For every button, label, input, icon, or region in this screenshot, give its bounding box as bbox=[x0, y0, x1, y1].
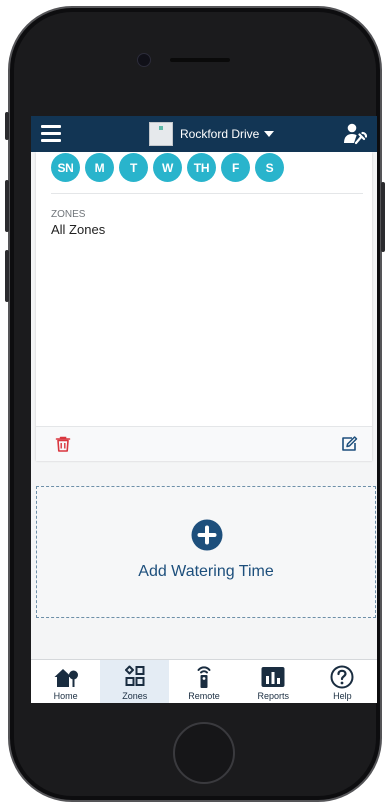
zones-value: All Zones bbox=[51, 222, 106, 237]
location-thumbnail bbox=[149, 122, 173, 146]
day-tuesday[interactable]: T bbox=[119, 153, 148, 182]
tab-home-label: Home bbox=[53, 691, 78, 701]
phone-home-button[interactable] bbox=[173, 722, 235, 784]
card-actions bbox=[36, 426, 372, 461]
remote-icon bbox=[197, 666, 211, 688]
home-icon bbox=[54, 669, 78, 687]
schedule-card: SN M T W TH F S ZONES All Zones bbox=[36, 152, 372, 461]
help-icon bbox=[330, 665, 354, 689]
zones-label: ZONES bbox=[51, 209, 86, 220]
location-name: Rockford Drive bbox=[180, 127, 260, 141]
watering-days: SN M T W TH F S bbox=[51, 153, 284, 182]
reports-icon bbox=[261, 667, 285, 687]
volume-up-button bbox=[5, 180, 9, 232]
content-area: SN M T W TH F S ZONES All Zones Add Wate… bbox=[31, 152, 377, 659]
edit-icon[interactable] bbox=[340, 435, 358, 453]
tab-remote-label: Remote bbox=[188, 691, 220, 701]
app-screen: Rockford Drive SN M T W TH F S ZONES All… bbox=[31, 116, 377, 703]
tab-reports-label: Reports bbox=[257, 691, 289, 701]
day-thursday[interactable]: TH bbox=[187, 153, 216, 182]
location-selector[interactable]: Rockford Drive bbox=[149, 121, 275, 147]
earpiece-speaker bbox=[170, 58, 230, 62]
divider bbox=[51, 193, 363, 194]
power-button bbox=[381, 182, 385, 252]
tab-remote[interactable]: Remote bbox=[169, 660, 238, 703]
caret-down-icon bbox=[264, 131, 275, 137]
front-camera bbox=[137, 53, 151, 67]
bottom-tab-bar: Home Zones Remote Reports Help bbox=[31, 659, 377, 703]
add-watering-time-label: Add Watering Time bbox=[138, 563, 274, 580]
volume-down-button bbox=[5, 250, 9, 302]
day-monday[interactable]: M bbox=[85, 153, 114, 182]
day-friday[interactable]: F bbox=[221, 153, 250, 182]
user-settings-icon[interactable] bbox=[343, 122, 367, 146]
tab-help[interactable]: Help bbox=[308, 660, 377, 703]
hamburger-menu-icon[interactable] bbox=[41, 125, 61, 143]
zones-icon bbox=[124, 665, 145, 686]
plus-circle-icon bbox=[191, 519, 223, 551]
day-sunday[interactable]: SN bbox=[51, 153, 80, 182]
trash-icon[interactable] bbox=[54, 435, 72, 453]
add-watering-time-button[interactable]: Add Watering Time bbox=[36, 486, 376, 618]
tab-home[interactable]: Home bbox=[31, 660, 100, 703]
tab-reports[interactable]: Reports bbox=[239, 660, 308, 703]
silent-switch bbox=[5, 112, 9, 140]
tab-zones[interactable]: Zones bbox=[100, 660, 170, 703]
day-saturday[interactable]: S bbox=[255, 153, 284, 182]
tab-help-label: Help bbox=[333, 691, 352, 701]
app-header: Rockford Drive bbox=[31, 116, 377, 152]
tab-zones-label: Zones bbox=[122, 691, 148, 701]
day-wednesday[interactable]: W bbox=[153, 153, 182, 182]
device-frame: Rockford Drive SN M T W TH F S ZONES All… bbox=[0, 0, 390, 807]
